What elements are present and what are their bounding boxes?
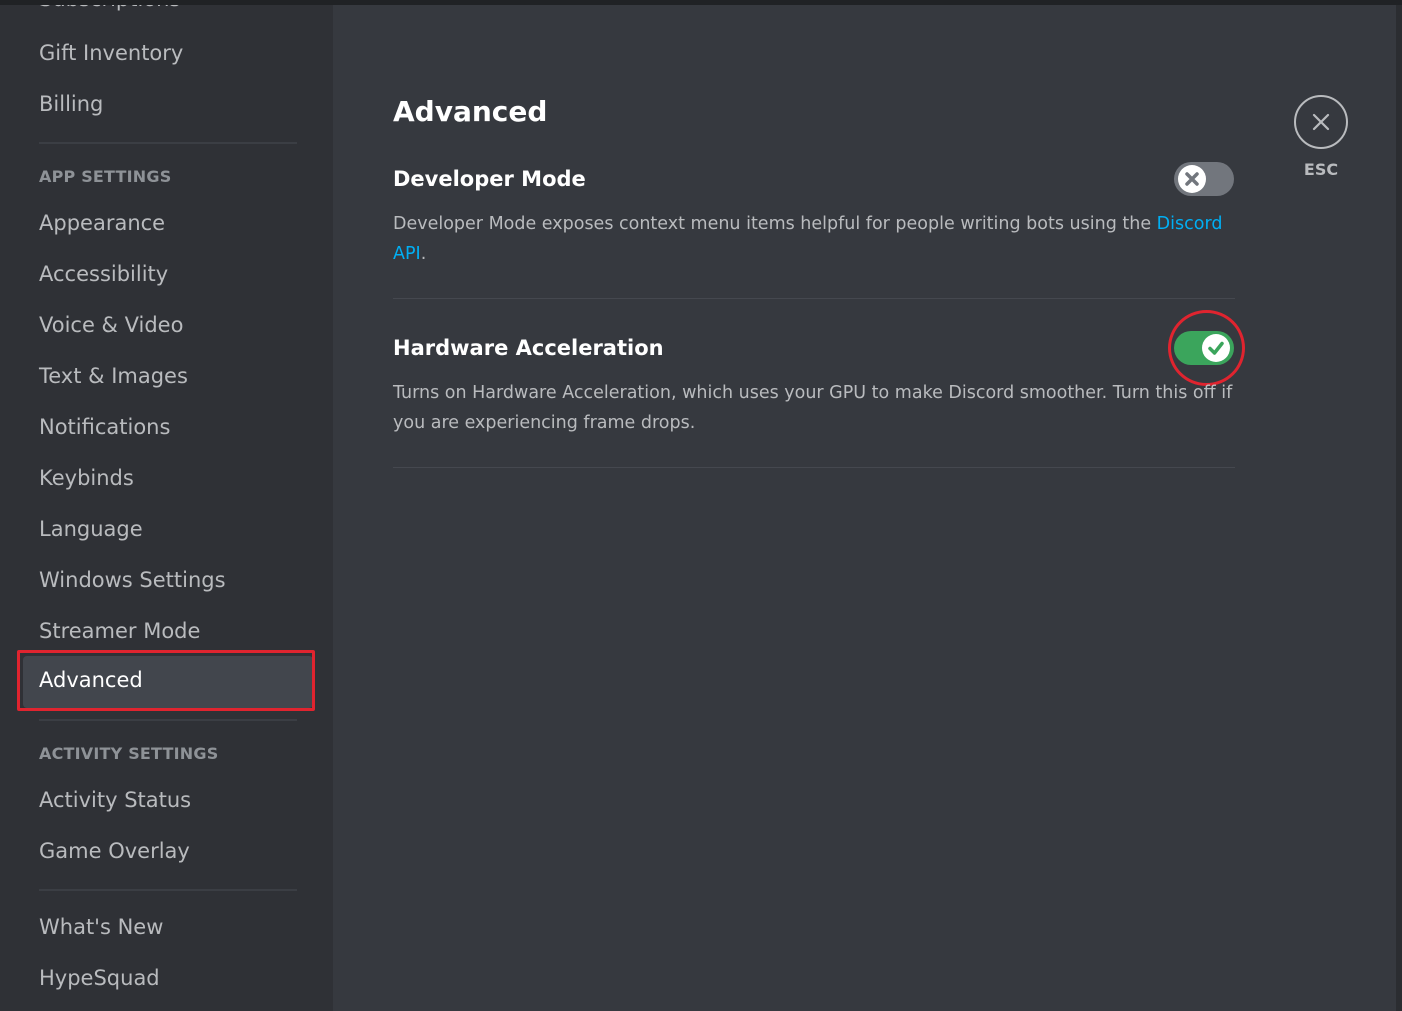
sidebar-separator	[39, 719, 297, 721]
sidebar-item-notifications[interactable]: Notifications	[39, 414, 170, 440]
sidebar-item-hypesquad[interactable]: HypeSquad	[39, 965, 160, 991]
hardware-acceleration-toggle[interactable]	[1174, 331, 1234, 365]
developer-mode-description: Developer Mode exposes context menu item…	[393, 209, 1238, 269]
settings-sidebar: Subscriptions Gift Inventory Billing APP…	[0, 0, 333, 1011]
discord-api-link-part2[interactable]: API	[393, 244, 421, 264]
sidebar-item-text-images[interactable]: Text & Images	[39, 363, 188, 389]
toggle-knob	[1202, 334, 1230, 362]
close-button[interactable]	[1294, 95, 1348, 149]
developer-mode-toggle[interactable]	[1174, 162, 1234, 196]
activity-settings-header: ACTIVITY SETTINGS	[39, 744, 219, 763]
sidebar-item-activity-status[interactable]: Activity Status	[39, 787, 191, 813]
close-icon	[1185, 172, 1199, 186]
sidebar-item-accessibility[interactable]: Accessibility	[39, 261, 168, 287]
app-settings-header: APP SETTINGS	[39, 167, 172, 186]
settings-divider	[393, 467, 1235, 468]
sidebar-item-whats-new[interactable]: What's New	[39, 914, 163, 940]
settings-divider	[393, 298, 1235, 299]
sidebar-item-streamer-mode[interactable]: Streamer Mode	[39, 618, 200, 644]
hardware-acceleration-title: Hardware Acceleration	[393, 336, 664, 360]
sidebar-separator	[39, 142, 297, 144]
sidebar-item-windows-settings[interactable]: Windows Settings	[39, 567, 226, 593]
sidebar-item-language[interactable]: Language	[39, 516, 143, 542]
sidebar-item-voice-video[interactable]: Voice & Video	[39, 312, 183, 338]
checkmark-icon	[1208, 341, 1224, 355]
page-title: Advanced	[393, 95, 548, 128]
sidebar-item-billing[interactable]: Billing	[39, 91, 103, 117]
esc-label: ESC	[1303, 160, 1339, 179]
sidebar-separator	[39, 889, 297, 891]
discord-api-link-part1[interactable]: Discord	[1157, 214, 1223, 234]
hardware-acceleration-desc-line2: you are experiencing frame drops.	[393, 413, 696, 433]
sidebar-item-gift-inventory[interactable]: Gift Inventory	[39, 40, 183, 66]
developer-mode-title: Developer Mode	[393, 167, 586, 191]
sidebar-item-keybinds[interactable]: Keybinds	[39, 465, 134, 491]
close-settings[interactable]: ESC	[1294, 95, 1350, 179]
settings-window: Subscriptions Gift Inventory Billing APP…	[0, 0, 1402, 1011]
sidebar-item-advanced-label: Advanced	[39, 668, 143, 692]
sidebar-item-game-overlay[interactable]: Game Overlay	[39, 838, 190, 864]
title-bar	[0, 0, 1402, 5]
hardware-acceleration-desc-line1: Turns on Hardware Acceleration, which us…	[393, 383, 1233, 403]
window-edge	[1396, 0, 1402, 1011]
hardware-acceleration-description: Turns on Hardware Acceleration, which us…	[393, 378, 1238, 438]
sidebar-item-appearance[interactable]: Appearance	[39, 210, 165, 236]
developer-mode-desc-suffix: .	[420, 244, 427, 264]
developer-mode-desc-text: Developer Mode exposes context menu item…	[393, 214, 1157, 234]
close-icon	[1312, 113, 1330, 131]
toggle-knob	[1178, 165, 1206, 193]
